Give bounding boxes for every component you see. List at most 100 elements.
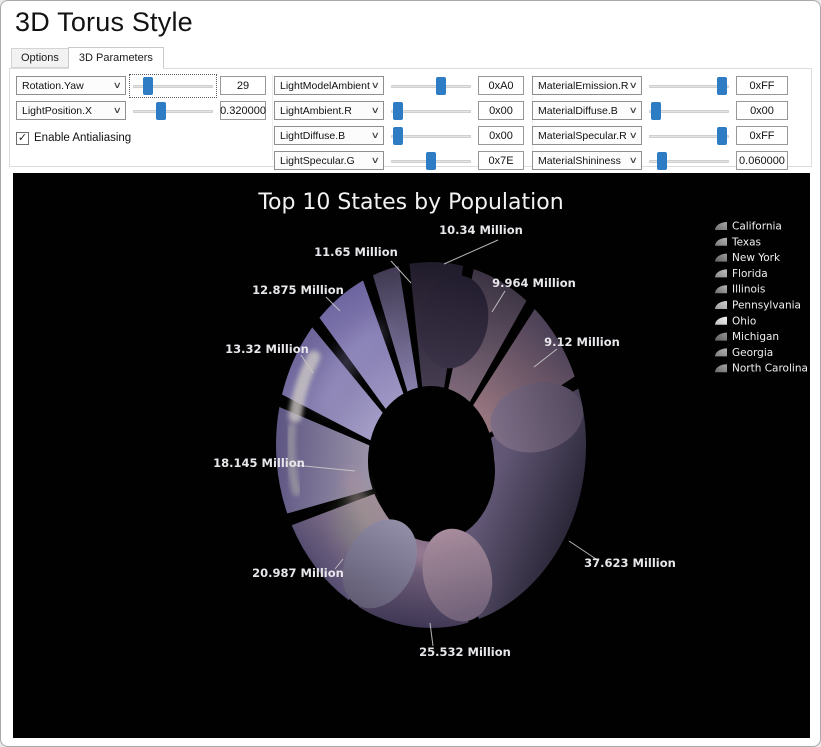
legend-item-new-york[interactable]: New York [715,252,781,264]
slice-label: 9.12 Million [544,335,620,349]
materialspecular-r-slider[interactable] [647,126,731,146]
torus-chart-panel: Top 10 States by Population37.623 Millio… [13,173,810,738]
slider-thumb[interactable] [657,152,667,170]
legend-item-north-carolina[interactable]: North Carolina [715,363,808,375]
param-select-materialdiffuse-b[interactable]: MaterialDiffuse.B ∨ [532,101,642,120]
slider-track[interactable] [391,85,471,88]
slice-label: 20.987 Million [252,566,344,580]
legend-wedge-icon [715,348,727,356]
chevron-down-icon: ∨ [371,130,380,141]
lightambient-r-slider[interactable] [389,101,473,121]
param-select-materialspecular-r[interactable]: MaterialSpecular.R ∨ [532,126,642,145]
lightmodelambient-r-value-field[interactable]: 0xA0 [478,76,524,95]
tab-strip: Options 3D Parameters [11,47,820,68]
light-position-x-slider[interactable] [131,101,215,121]
parameters-panel: Rotation.Yaw ∨ 29 LightPosition.X ∨ [9,68,812,167]
legend-wedge-icon [715,333,727,341]
legend-label: Pennsylvania [732,300,801,312]
slider-thumb[interactable] [156,102,166,120]
legend-label: Ohio [732,315,756,327]
legend-item-texas[interactable]: Texas [715,236,761,248]
materialshininess-value-field[interactable]: 0.060000 [736,151,788,170]
legend-item-california[interactable]: California [715,221,782,233]
slider-track[interactable] [391,135,471,138]
materialdiffuse-b-value-field[interactable]: 0x00 [736,101,788,120]
control-row: MaterialSpecular.R ∨ 0xFF [532,126,805,145]
slider-thumb[interactable] [393,102,403,120]
chevron-down-icon: ∨ [371,155,380,166]
slice-label: 12.875 Million [252,283,344,297]
rotation-yaw-value-field[interactable]: 29 [220,76,266,95]
param-select-materialshininess[interactable]: MaterialShininess ∨ [532,151,642,170]
param-select-label: LightSpecular.G [280,155,370,167]
lightspecular-g-slider[interactable] [389,151,473,171]
lightmodelambient-r-slider[interactable] [389,76,473,96]
param-select-label: MaterialDiffuse.B [538,105,628,117]
param-select-materialemission-r[interactable]: MaterialEmission.R ∨ [532,76,642,95]
legend-wedge-icon [715,222,727,230]
torus-chart-canvas[interactable]: Top 10 States by Population37.623 Millio… [13,173,810,738]
legend-wedge-icon [715,238,727,246]
chevron-down-icon: ∨ [371,80,380,91]
legend-item-ohio[interactable]: Ohio [715,315,756,327]
legend-item-illinois[interactable]: Illinois [715,284,765,296]
param-select-light-position-x[interactable]: LightPosition.X ∨ [16,101,126,120]
legend-label: Michigan [732,331,779,343]
chevron-down-icon: ∨ [629,130,638,141]
slider-thumb[interactable] [143,77,153,95]
materialemission-r-slider[interactable] [647,76,731,96]
legend-wedge-icon [715,301,727,309]
lightspecular-g-value-field[interactable]: 0x7E [478,151,524,170]
column-separator [272,75,273,160]
legend-label: Texas [731,236,761,248]
tab-options[interactable]: Options [11,48,69,68]
materialemission-r-value-field[interactable]: 0xFF [736,76,788,95]
legend-wedge-icon [715,317,727,325]
param-select-lightambient-r[interactable]: LightAmbient.R ∨ [274,101,384,120]
materialshininess-slider[interactable] [647,151,731,171]
tab-3d-parameters[interactable]: 3D Parameters [68,47,164,69]
param-select-lightspecular-g[interactable]: LightSpecular.G ∨ [274,151,384,170]
param-select-lightdiffuse-b[interactable]: LightDiffuse.B ∨ [274,126,384,145]
slider-thumb[interactable] [717,77,727,95]
control-row: MaterialEmission.R ∨ 0xFF [532,76,805,95]
slider-thumb[interactable] [717,127,727,145]
control-row: Rotation.Yaw ∨ 29 [16,76,266,95]
leader-line [444,240,498,264]
page-title: 3D Torus Style [15,7,820,38]
slider-thumb[interactable] [651,102,661,120]
control-column-2: LightModelAmbient.R ∨ 0xA0 LightAmbient.… [274,76,524,170]
slider-track[interactable] [391,110,471,113]
chevron-down-icon: ∨ [629,155,638,166]
lightdiffuse-b-slider[interactable] [389,126,473,146]
legend-wedge-icon [715,285,727,293]
materialdiffuse-b-slider[interactable] [647,101,731,121]
legend-item-georgia[interactable]: Georgia [715,347,773,359]
lightambient-r-value-field[interactable]: 0x00 [478,101,524,120]
param-select-label: LightDiffuse.B [280,130,370,142]
slider-thumb[interactable] [436,77,446,95]
slice-label: 37.623 Million [584,556,676,570]
param-select-label: MaterialEmission.R [538,80,628,92]
param-select-rotation-yaw[interactable]: Rotation.Yaw ∨ [16,76,126,95]
materialspecular-r-value-field[interactable]: 0xFF [736,126,788,145]
chevron-down-icon: ∨ [629,105,638,116]
slider-thumb[interactable] [393,127,403,145]
legend-item-florida[interactable]: Florida [715,268,768,280]
legend-item-michigan[interactable]: Michigan [715,331,779,343]
slider-thumb[interactable] [426,152,436,170]
light-position-x-value-field[interactable]: 0.320000 [220,101,266,120]
lightdiffuse-b-value-field[interactable]: 0x00 [478,126,524,145]
enable-antialiasing-checkbox[interactable]: ✓ [16,132,29,145]
control-row: LightModelAmbient.R ∨ 0xA0 [274,76,524,95]
slider-track[interactable] [649,110,729,113]
rotation-yaw-slider[interactable] [131,76,215,96]
legend-label: New York [732,252,781,264]
control-column-3: MaterialEmission.R ∨ 0xFF MaterialDiffus… [532,76,805,170]
param-select-lightmodelambient-r[interactable]: LightModelAmbient.R ∨ [274,76,384,95]
legend-item-pennsylvania[interactable]: Pennsylvania [715,300,801,312]
param-select-label: LightAmbient.R [280,105,370,117]
slider-track[interactable] [133,110,213,113]
chevron-down-icon: ∨ [113,80,122,91]
slice-label: 11.65 Million [314,245,398,259]
